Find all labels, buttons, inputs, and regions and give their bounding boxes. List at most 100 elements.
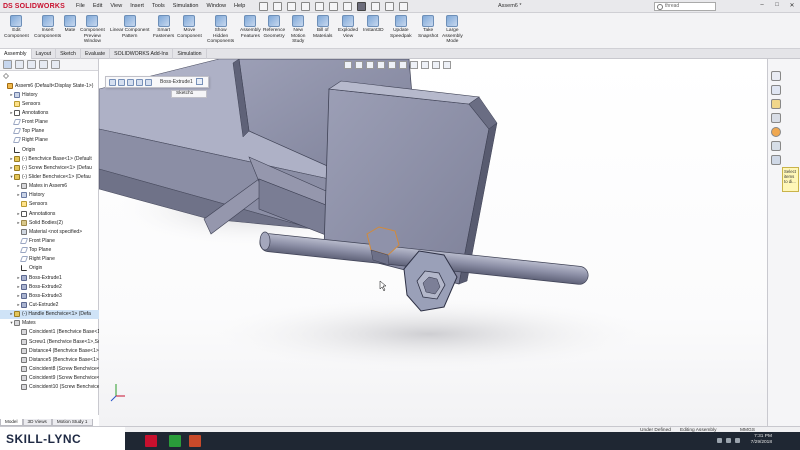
menu-tools[interactable]: Tools <box>152 3 165 9</box>
tree-item[interactable]: Screw1 (Benchvice Base<1>,Scr <box>0 337 99 346</box>
tree-item[interactable]: Assem6 (Default<Display State-1>) <box>0 81 99 90</box>
tree-item[interactable]: Front Plane <box>0 118 99 127</box>
solidworks-taskbar-icon[interactable] <box>145 435 157 447</box>
print-icon[interactable] <box>315 1 325 11</box>
menu-file[interactable]: File <box>76 3 85 9</box>
tree-item[interactable]: ▸ (-) Benchvice Base<1> (Default <box>0 154 99 163</box>
battery-icon[interactable] <box>735 438 740 443</box>
instant3d-button[interactable]: Instant3D <box>363 15 384 34</box>
menu-help[interactable]: Help <box>234 3 245 9</box>
dimxpert-tab-icon[interactable] <box>39 60 48 69</box>
tree-item[interactable]: ▸ History <box>0 90 99 99</box>
mate-button[interactable]: Mate <box>64 15 76 34</box>
redo-icon[interactable] <box>343 1 353 11</box>
menu-view[interactable]: View <box>110 3 122 9</box>
menu-window[interactable]: Window <box>206 3 226 9</box>
recorder-taskbar-icon[interactable] <box>189 435 201 447</box>
large-assembly-mode-button[interactable]: Large Assembly Mode <box>442 15 463 45</box>
design-library-icon[interactable] <box>771 85 781 95</box>
tree-item[interactable]: Right Plane <box>0 255 99 264</box>
tree-item[interactable]: Coincident8 (Screw Benchvice< <box>0 364 99 373</box>
undo-icon[interactable] <box>329 1 339 11</box>
tree-item[interactable]: Front Plane <box>0 236 99 245</box>
tree-item[interactable]: Right Plane <box>0 136 99 145</box>
home-icon[interactable] <box>259 1 269 11</box>
zoom-to-fit-icon[interactable] <box>344 61 352 69</box>
take-snapshot-button[interactable]: Take Snapshot <box>418 15 438 39</box>
tree-item[interactable]: Coincident9 (Screw Benchvice< <box>0 374 99 383</box>
tree-item[interactable]: Distance5 (Benchvice Base<1>, <box>0 355 99 364</box>
tree-item[interactable]: ▾ Mates <box>0 319 99 328</box>
tab-simulation[interactable]: Simulation <box>173 49 207 59</box>
edit-appearance-icon[interactable] <box>421 61 429 69</box>
previous-view-icon[interactable] <box>366 61 374 69</box>
tab-motion-study[interactable]: Motion Study 1 <box>51 419 93 426</box>
linear-component-pattern-button[interactable]: Linear Component Pattern <box>110 15 149 39</box>
volume-icon[interactable] <box>726 438 731 443</box>
tree-item[interactable]: Sensors <box>0 200 99 209</box>
zoom-area-icon[interactable] <box>355 61 363 69</box>
tree-item[interactable]: ▾ (-) Slider Benchvice<1> (Defau <box>0 172 99 181</box>
menu-simulation[interactable]: Simulation <box>173 3 199 9</box>
bill-of-materials-button[interactable]: Bill of Materials <box>313 15 332 39</box>
minimize-icon[interactable]: – <box>758 2 766 9</box>
search-input[interactable]: thread <box>654 2 716 11</box>
tree-item[interactable]: Coincident10 (Screw Benchvice <box>0 383 99 392</box>
document-recovery-icon[interactable] <box>771 155 781 165</box>
network-icon[interactable] <box>717 438 722 443</box>
new-document-icon[interactable] <box>273 1 283 11</box>
open-icon[interactable] <box>287 1 297 11</box>
smart-fasteners-button[interactable]: Smart Fasteners <box>153 15 174 39</box>
select-arrow-icon[interactable] <box>357 1 367 11</box>
menu-edit[interactable]: Edit <box>93 3 102 9</box>
tree-item[interactable]: ▸ (-) Handle Benchvice<1> (Defa <box>0 309 99 319</box>
menu-insert[interactable]: Insert <box>130 3 144 9</box>
tree-item[interactable]: ▸ Boss-Extrude2 <box>0 282 99 291</box>
tree-item[interactable]: ▸ History <box>0 191 99 200</box>
tree-item[interactable]: Distance4 (Benchvice Base<1>, <box>0 346 99 355</box>
tree-item[interactable]: ▸ Boss-Extrude1 <box>0 273 99 282</box>
tree-item[interactable]: ▸ Annotations <box>0 209 99 218</box>
display-manager-tab-icon[interactable] <box>51 60 60 69</box>
apply-scene-icon[interactable] <box>432 61 440 69</box>
rebuild-icon[interactable] <box>371 1 381 11</box>
section-view-icon[interactable] <box>377 61 385 69</box>
tab-layout[interactable]: Layout <box>32 49 57 59</box>
tree-item[interactable]: Coincident1 (Benchvice Base<1> <box>0 328 99 337</box>
graphics-viewport[interactable] <box>99 59 767 426</box>
solidworks-logo[interactable]: DS SOLIDWORKS <box>0 3 70 10</box>
file-explorer-icon[interactable] <box>771 99 781 109</box>
show-hidden-components-button[interactable]: Show Hidden Components <box>207 15 234 45</box>
tab-assembly[interactable]: Assembly <box>0 49 32 59</box>
tree-item[interactable]: Top Plane <box>0 246 99 255</box>
view-orientation-icon[interactable] <box>388 61 396 69</box>
camtasia-taskbar-icon[interactable] <box>169 435 181 447</box>
tab-evaluate[interactable]: Evaluate <box>81 49 111 59</box>
move-component-button[interactable]: Move Component <box>177 15 202 39</box>
view-settings-icon[interactable] <box>443 61 451 69</box>
view-palette-icon[interactable] <box>771 113 781 123</box>
tree-item[interactable]: Top Plane <box>0 127 99 136</box>
tab-3d-views[interactable]: 3D Views <box>22 419 52 426</box>
rollback-icon[interactable] <box>145 78 152 86</box>
tree-item[interactable]: Origin <box>0 145 99 154</box>
sketch-flyout[interactable]: Sketch1 <box>171 90 207 98</box>
tree-filter[interactable] <box>0 71 98 80</box>
hide-show-items-icon[interactable] <box>410 61 418 69</box>
reference-geometry-button[interactable]: Reference Geometry <box>263 15 285 39</box>
tree-item[interactable]: ▸ Cut-Extrude2 <box>0 300 99 309</box>
edit-component-button[interactable]: Edit Component <box>4 15 29 39</box>
popup-expand-icon[interactable] <box>196 78 203 85</box>
insert-components-button[interactable]: Insert Components <box>34 15 61 39</box>
solidworks-resources-icon[interactable] <box>771 71 781 81</box>
appearances-icon[interactable] <box>771 127 781 137</box>
tab-sketch[interactable]: Sketch <box>56 49 81 59</box>
tab-addins[interactable]: SOLIDWORKS Add-Ins <box>110 49 174 59</box>
taskbar-clock[interactable]: 7:31 PM 7/29/2018 <box>751 434 772 446</box>
edit-feature-icon[interactable] <box>109 78 116 86</box>
tree-item[interactable]: Material <not specified> <box>0 227 99 236</box>
tab-model[interactable]: Model <box>0 419 23 426</box>
new-motion-study-button[interactable]: New Motion Study <box>291 15 305 45</box>
tree-item[interactable]: ▸ (-) Screw Benchvice<1> (Defau <box>0 163 99 172</box>
assembly-features-button[interactable]: Assembly Features <box>240 15 261 39</box>
